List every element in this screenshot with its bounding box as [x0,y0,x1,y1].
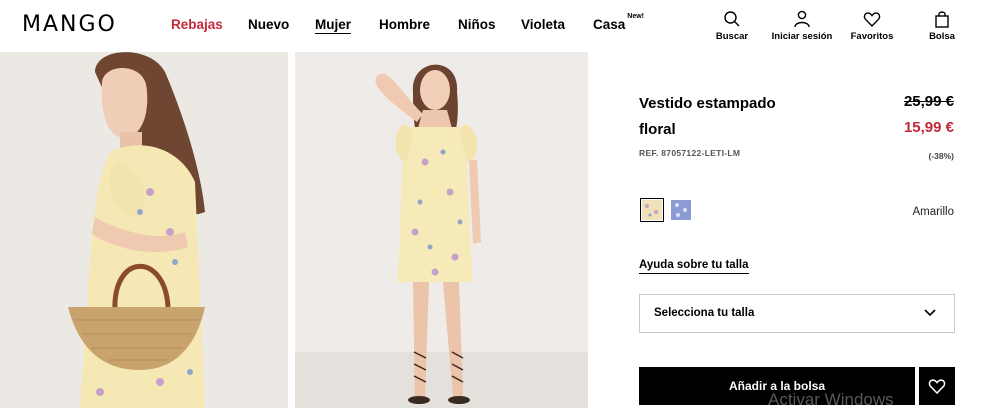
nav-casa[interactable]: CasaNew! [593,13,644,33]
nav-hombre[interactable]: Hombre [379,17,430,32]
bag-label: Bolsa [929,31,955,42]
product-photo-front[interactable] [295,52,588,408]
selected-color-name: Amarillo [912,206,954,218]
user-icon [794,10,810,28]
windows-activation-watermark: Activar Windows [768,390,894,408]
login-label: Iniciar sesión [771,31,833,42]
search-label: Buscar [715,31,749,42]
new-badge: New! [627,12,645,20]
site-header: MANGO Rebajas Nuevo Mujer Hombre Niños V… [0,0,983,52]
nav-casa-label: Casa [593,17,626,32]
search-icon [724,11,740,27]
login-button[interactable]: Iniciar sesión [767,10,837,42]
model-side-illustration [0,52,288,408]
color-swatch-yellow[interactable] [640,198,664,222]
add-to-favorites-button[interactable] [919,367,955,405]
heart-icon [863,12,881,28]
swatch-blue-pattern [671,200,691,220]
mango-logo[interactable]: MANGO [22,12,117,37]
product-title: Vestido estampado floral [639,95,776,138]
sale-price: 15,99 € [903,119,954,136]
nav-nuevo[interactable]: Nuevo [248,17,289,32]
discount-badge: (-38%) [928,151,954,161]
search-button[interactable]: Buscar [697,10,767,42]
heart-icon [928,379,946,395]
nav-mujer[interactable]: Mujer [315,17,352,34]
nav-ninos[interactable]: Niños [458,17,496,32]
size-guide-link[interactable]: Ayuda sobre tu talla [639,259,749,274]
chevron-down-icon [924,309,936,317]
nav-rebajas[interactable]: Rebajas [171,17,223,32]
size-select[interactable]: Selecciona tu talla [639,294,955,333]
color-swatch-blue[interactable] [671,200,691,220]
favorites-button[interactable]: Favoritos [837,10,907,42]
product-photo-side[interactable] [0,52,288,408]
nav-violeta[interactable]: Violeta [521,17,565,32]
swatch-yellow-pattern [642,200,662,220]
bag-button[interactable]: Bolsa [907,10,977,42]
model-front-illustration [295,52,588,408]
bag-icon [935,11,949,28]
product-reference: REF. 87057122-LETI-LM [639,148,741,158]
original-price: 25,99 € [903,93,954,110]
favorites-label: Favoritos [850,31,894,42]
size-select-label: Selecciona tu talla [654,307,755,319]
